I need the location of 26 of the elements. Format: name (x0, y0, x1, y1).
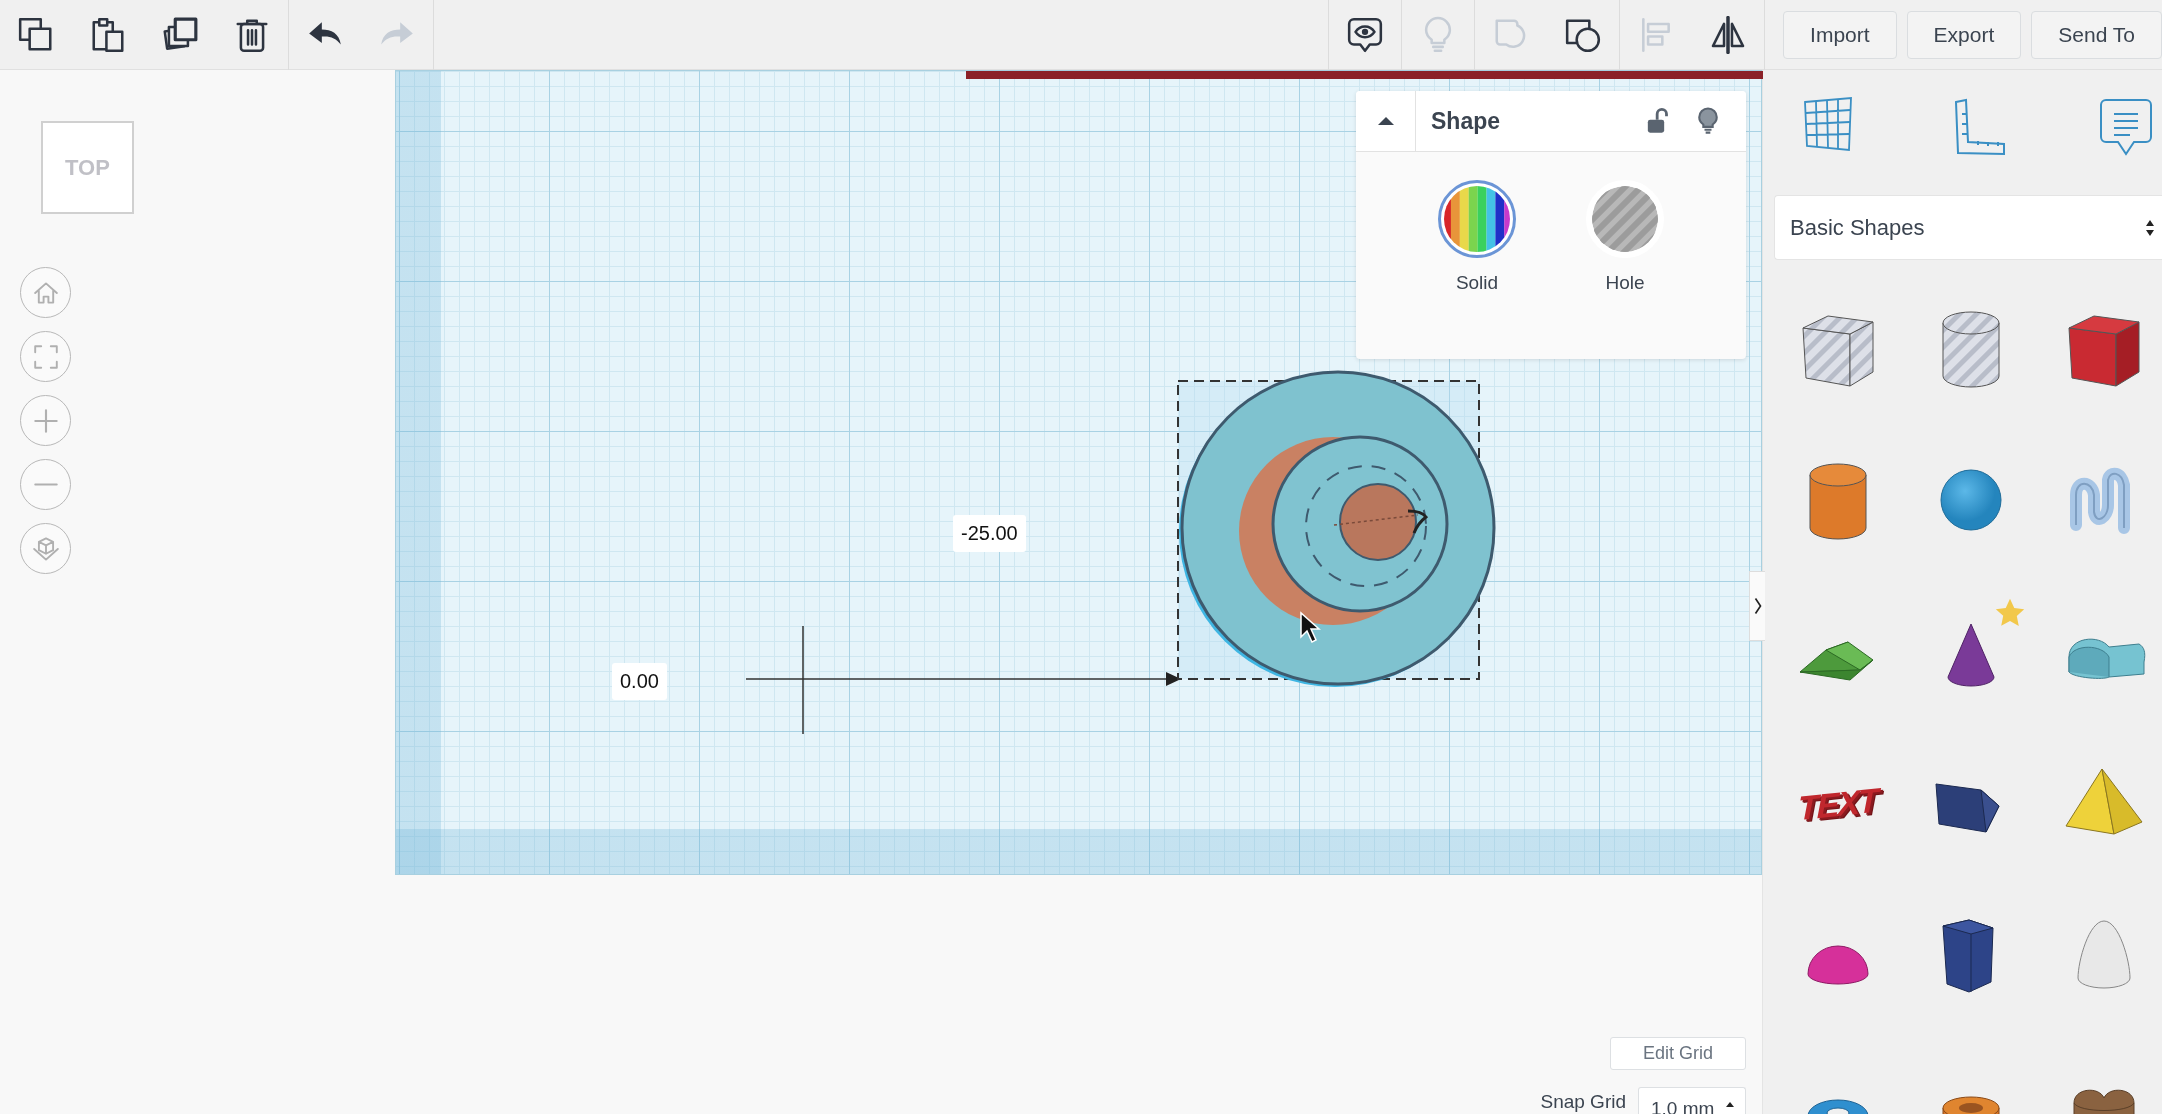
copy-icon[interactable] (17, 15, 55, 54)
export-button[interactable]: Export (1906, 10, 2022, 59)
send-to-button[interactable]: Send To (2031, 10, 2162, 59)
edit-grid-button[interactable]: Edit Grid (1610, 1037, 1746, 1070)
cursor-icon (1300, 611, 1321, 643)
dimension-label[interactable]: 0.00 (612, 663, 667, 700)
home-icon (33, 281, 58, 304)
text-shape[interactable]: TEXT (1798, 780, 1877, 828)
zoom-in-icon (33, 408, 58, 433)
zoom-out-icon (33, 483, 58, 486)
category-value: Basic Shapes (1790, 214, 1926, 241)
shape-drawing[interactable] (1179, 370, 1496, 687)
snap-grid-label: Snap Grid (1540, 1091, 1626, 1113)
import-button[interactable]: Import (1783, 10, 1897, 59)
shape-option[interactable]: Hole (1586, 180, 1664, 294)
cube-view-icon (32, 536, 59, 561)
option-label: Hole (1605, 272, 1645, 294)
paste-icon[interactable] (89, 15, 127, 54)
shape-option[interactable]: Solid (1438, 180, 1516, 294)
fit-view-icon (33, 344, 58, 369)
category-dropdown[interactable]: Basic Shapes (1774, 195, 2162, 260)
panel-title: Shape (1431, 107, 1502, 135)
dimension-label[interactable]: -25.00 (953, 515, 1026, 552)
option-label: Solid (1455, 272, 1499, 294)
workplane[interactable]: -25.00 0.00 Shape Solid Hole (395, 70, 1762, 875)
eye-bubble-icon[interactable] (1346, 15, 1385, 54)
